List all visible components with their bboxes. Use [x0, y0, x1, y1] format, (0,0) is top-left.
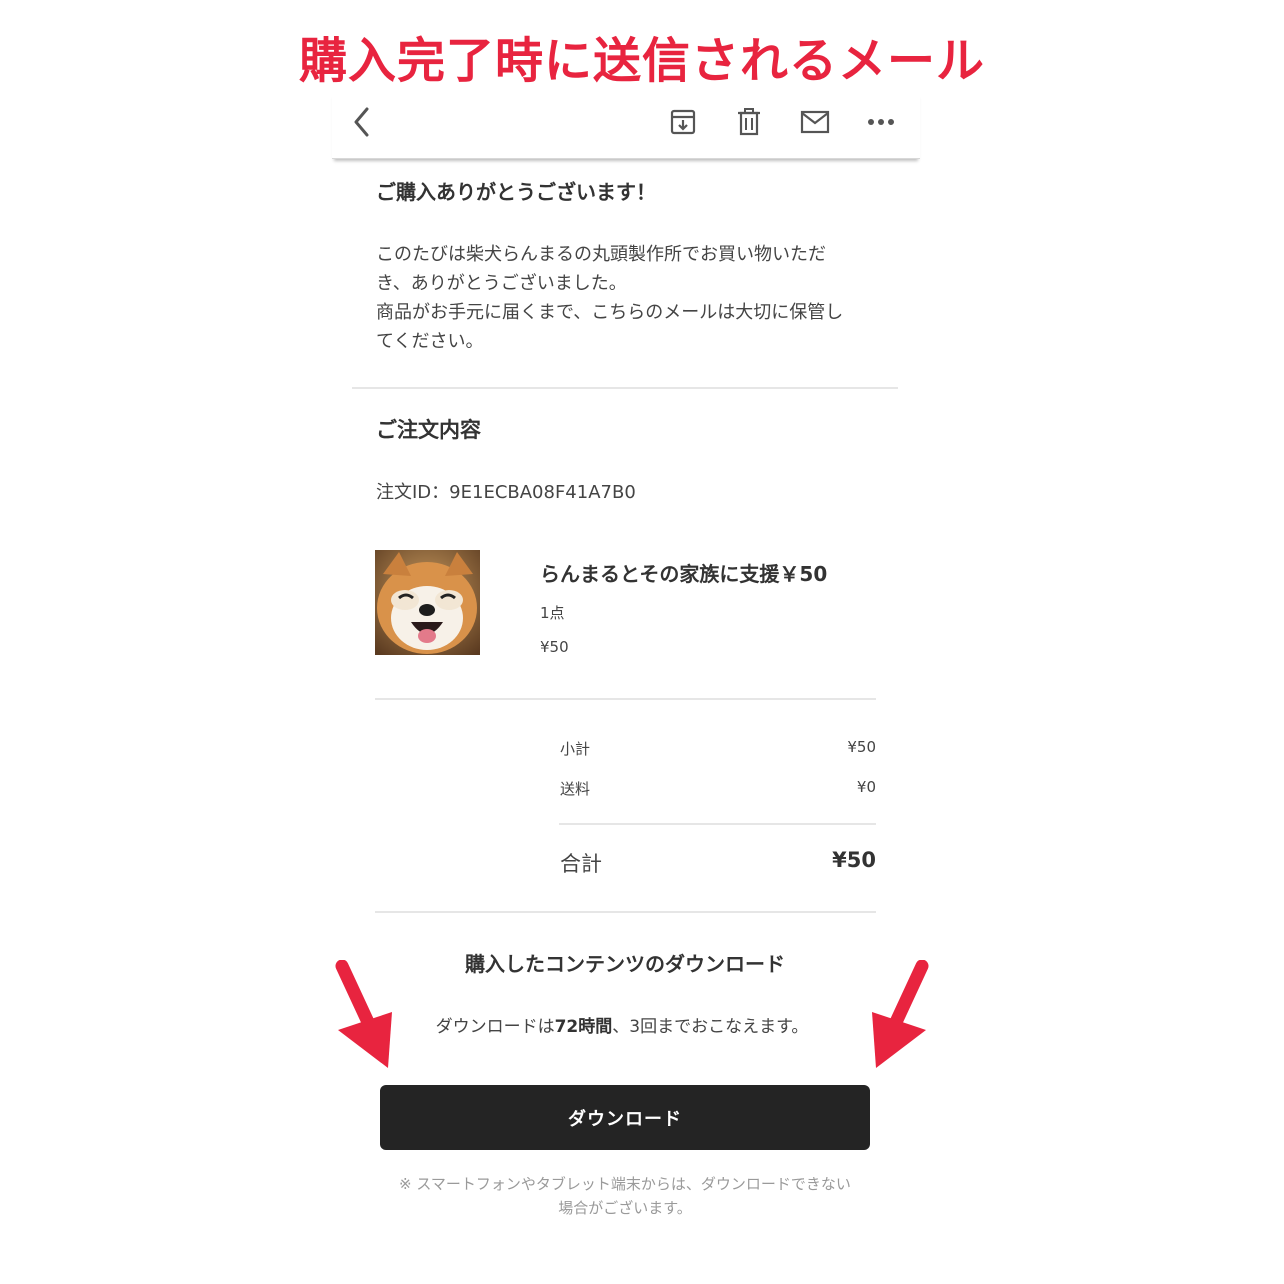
subtotal-value: ¥50: [847, 738, 876, 756]
product-quantity: 1点: [540, 604, 565, 622]
note-line: 場合がございます。: [558, 1199, 692, 1217]
shipping-label: 送料: [560, 780, 591, 798]
message-line: てください。: [376, 331, 484, 352]
more-icon[interactable]: [863, 104, 899, 140]
download-desc-suffix: 、3回までおこなえます。: [612, 1017, 809, 1037]
order-id: 注文ID：9E1ECBA08F41A7B0: [376, 482, 636, 503]
divider: [352, 387, 898, 389]
arrow-annotation-right-icon: [872, 960, 929, 1068]
chevron-left-icon[interactable]: [344, 104, 380, 140]
archive-icon[interactable]: [665, 104, 701, 140]
divider: [375, 698, 876, 700]
product-image: [375, 550, 480, 655]
download-limit-hours: 72時間: [554, 1017, 613, 1037]
product-price: ¥50: [540, 638, 569, 656]
product-name: らんまるとその家族に支援￥50: [540, 562, 828, 586]
subtotal-label: 小計: [560, 740, 591, 758]
thank-you-message: このたびは柴犬らんまるの丸頭製作所でお買い物いただ き、ありがとうございました。…: [376, 240, 886, 356]
message-line: 商品がお手元に届くまで、こちらのメールは大切に保管し: [376, 302, 844, 323]
download-description: ダウンロードは72時間、3回までおこなえます。: [0, 1012, 1244, 1037]
email-toolbar: [332, 92, 920, 159]
download-button[interactable]: ダウンロード: [380, 1085, 870, 1150]
arrow-annotation-left-icon: [335, 960, 392, 1068]
shipping-value: ¥0: [856, 778, 876, 796]
greeting-heading: ご購入ありがとうございます！: [376, 180, 656, 204]
download-section-title: 購入したコンテンツのダウンロード: [465, 952, 785, 976]
download-desc-prefix: ダウンロードは: [435, 1017, 555, 1037]
divider: [559, 823, 876, 825]
download-note: ※ スマートフォンやタブレット端末からは、ダウンロードできない 場合がございます…: [370, 1172, 880, 1220]
divider: [375, 911, 876, 913]
total-label: 合計: [560, 852, 602, 876]
order-section-title: ご注文内容: [376, 418, 481, 442]
note-line: ※ スマートフォンやタブレット端末からは、ダウンロードできない: [399, 1175, 851, 1193]
headline-annotation: 購入完了時に送信されるメール: [298, 33, 985, 89]
total-value: ¥50: [832, 848, 876, 872]
message-line: このたびは柴犬らんまるの丸頭製作所でお買い物いただ: [376, 244, 826, 265]
message-line: き、ありがとうございました。: [376, 273, 627, 294]
mail-icon[interactable]: [797, 104, 833, 140]
trash-icon[interactable]: [731, 104, 767, 140]
